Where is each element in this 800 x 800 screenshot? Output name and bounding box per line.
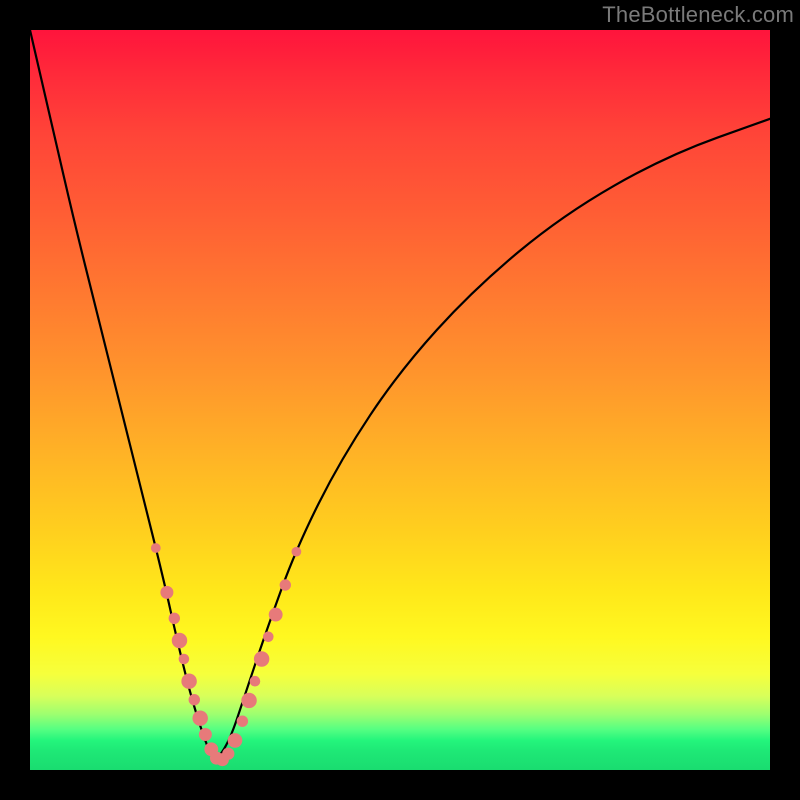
bead: [169, 613, 180, 624]
bead: [179, 654, 190, 665]
chart-frame: TheBottleneck.com: [0, 0, 800, 800]
bottleneck-curve: [30, 30, 770, 758]
watermark-text: TheBottleneck.com: [602, 2, 794, 28]
bead: [254, 651, 269, 666]
bead: [181, 673, 196, 688]
bead: [228, 733, 243, 748]
bead: [292, 547, 302, 557]
bead: [250, 676, 261, 687]
bead: [199, 728, 212, 741]
bead: [269, 608, 283, 622]
bead: [263, 632, 274, 643]
plot-area: [30, 30, 770, 770]
bead: [237, 715, 248, 726]
bead-group: [151, 543, 301, 766]
bead: [192, 710, 207, 725]
bead: [172, 633, 187, 648]
bead: [189, 694, 200, 705]
bead: [241, 693, 256, 708]
chart-svg: [30, 30, 770, 770]
bead: [160, 586, 173, 599]
bead: [151, 543, 161, 553]
bead: [280, 579, 291, 590]
bead: [222, 748, 234, 760]
